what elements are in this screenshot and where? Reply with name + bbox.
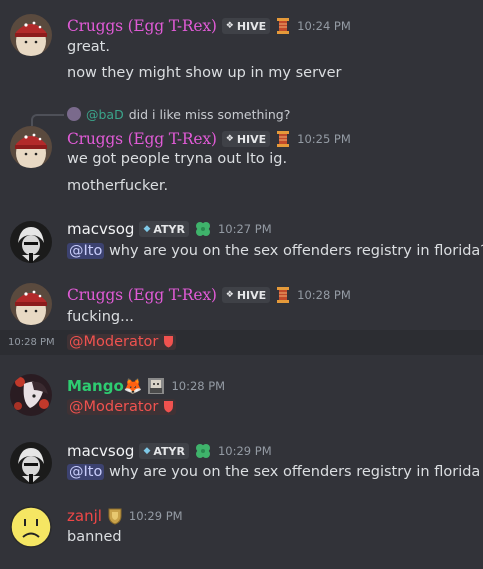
role-mention-label: @Moderator: [69, 399, 159, 415]
message-item[interactable]: @baD did i like miss something? Cruggs (…: [0, 100, 483, 204]
clover-icon[interactable]: [194, 220, 212, 238]
role-mention[interactable]: @Moderator: [67, 334, 176, 350]
message-item[interactable]: Cruggs (Egg T-Rex) ❖ HIVE 10:28 PM fucki…: [0, 278, 483, 328]
four-diamond-icon: ❖: [225, 290, 234, 300]
role-mention-label: @Moderator: [69, 334, 159, 350]
shield-icon: [163, 334, 174, 354]
avatar[interactable]: [10, 14, 52, 56]
server-tag-label: HIVE: [236, 19, 267, 33]
reply-avatar: [67, 107, 81, 121]
message-text: great.: [67, 39, 110, 55]
spool-icon[interactable]: [275, 17, 291, 35]
reply-spine: [31, 114, 64, 126]
user-mention[interactable]: @Ito: [67, 243, 105, 259]
message-body: why are you on the sex offenders registr…: [104, 464, 481, 480]
message-item[interactable]: macvsog ◆ ATYR 10:27 PM @Ito why are you…: [0, 212, 483, 276]
message-text: now they might show up in my server: [67, 65, 342, 81]
timestamp[interactable]: 10:28 PM: [297, 288, 351, 302]
timestamp[interactable]: 10:25 PM: [297, 132, 351, 146]
spool-icon[interactable]: [275, 130, 291, 148]
clover-icon[interactable]: [194, 442, 212, 460]
message-text: @Ito why are you on the sex offenders re…: [67, 462, 480, 482]
four-diamond-icon: ❖: [225, 21, 234, 31]
message-text: motherfucker.: [67, 178, 169, 194]
server-tag-label: ATYR: [153, 444, 185, 458]
server-tag[interactable]: ◆ ATYR: [139, 443, 189, 459]
server-tag-label: HIVE: [236, 288, 267, 302]
message-text: @Ito why are you on the sex offenders re…: [67, 241, 483, 261]
avatar[interactable]: [10, 126, 52, 168]
message-item[interactable]: zanjl 10:29 PM banned: [0, 498, 483, 564]
username[interactable]: macvsog: [67, 442, 134, 460]
server-tag-label: HIVE: [236, 132, 267, 146]
server-tag[interactable]: ❖ HIVE: [221, 131, 271, 147]
timestamp[interactable]: 10:28 PM: [171, 379, 225, 393]
reply-text: did i like miss something?: [128, 106, 291, 122]
avatar[interactable]: [10, 283, 52, 325]
timestamp[interactable]: 10:27 PM: [218, 222, 272, 236]
server-tag[interactable]: ❖ HIVE: [221, 18, 271, 34]
role-mention[interactable]: @Moderator: [67, 399, 176, 415]
username[interactable]: Cruggs (Egg T-Rex): [67, 130, 217, 148]
hover-timestamp[interactable]: 10:28 PM: [8, 337, 55, 348]
reply-username[interactable]: @baD: [86, 107, 124, 122]
message-item[interactable]: Mango🦊 10:28 PM @Moderator: [0, 362, 483, 424]
username[interactable]: Cruggs (Egg T-Rex): [67, 286, 217, 304]
tag-glyph-icon: ◆: [143, 224, 151, 234]
shield-badge-icon[interactable]: [107, 507, 123, 525]
chat-log: Cruggs (Egg T-Rex) ❖ HIVE 10:24 PM great…: [0, 0, 483, 569]
timestamp[interactable]: 10:29 PM: [129, 509, 183, 523]
username[interactable]: Cruggs (Egg T-Rex): [67, 17, 217, 35]
message-text: @Moderator: [67, 332, 176, 352]
avatar-decoration-icon[interactable]: [147, 377, 165, 395]
username[interactable]: macvsog: [67, 220, 134, 238]
four-diamond-icon: ❖: [225, 134, 234, 144]
spool-icon[interactable]: [275, 286, 291, 304]
server-tag[interactable]: ◆ ATYR: [139, 221, 189, 237]
reply-preview[interactable]: @baD did i like miss something?: [67, 105, 290, 123]
message-text: @Moderator: [67, 397, 176, 417]
message-text: we got people tryna out Ito ig.: [67, 151, 288, 167]
user-mention[interactable]: @Ito: [67, 464, 105, 480]
message-item[interactable]: macvsog ◆ ATYR 10:29 PM @Ito why are you…: [0, 433, 483, 493]
avatar[interactable]: [10, 442, 52, 484]
message-item[interactable]: Cruggs (Egg T-Rex) ❖ HIVE 10:24 PM great…: [0, 0, 483, 96]
avatar[interactable]: [10, 374, 52, 416]
server-tag-label: ATYR: [153, 222, 185, 236]
message-text: fucking...: [67, 309, 134, 325]
username[interactable]: Mango🦊: [67, 377, 142, 395]
timestamp[interactable]: 10:24 PM: [297, 19, 351, 33]
tag-glyph-icon: ◆: [143, 446, 151, 456]
username[interactable]: zanjl: [67, 507, 102, 525]
message-followup[interactable]: 10:28 PM @Moderator: [0, 330, 483, 355]
message-body: why are you on the sex offenders registr…: [104, 243, 483, 259]
shield-icon: [163, 399, 174, 419]
message-text: banned: [67, 529, 122, 545]
avatar[interactable]: [10, 506, 52, 548]
timestamp[interactable]: 10:29 PM: [218, 444, 272, 458]
avatar[interactable]: [10, 221, 52, 263]
server-tag[interactable]: ❖ HIVE: [221, 287, 271, 303]
